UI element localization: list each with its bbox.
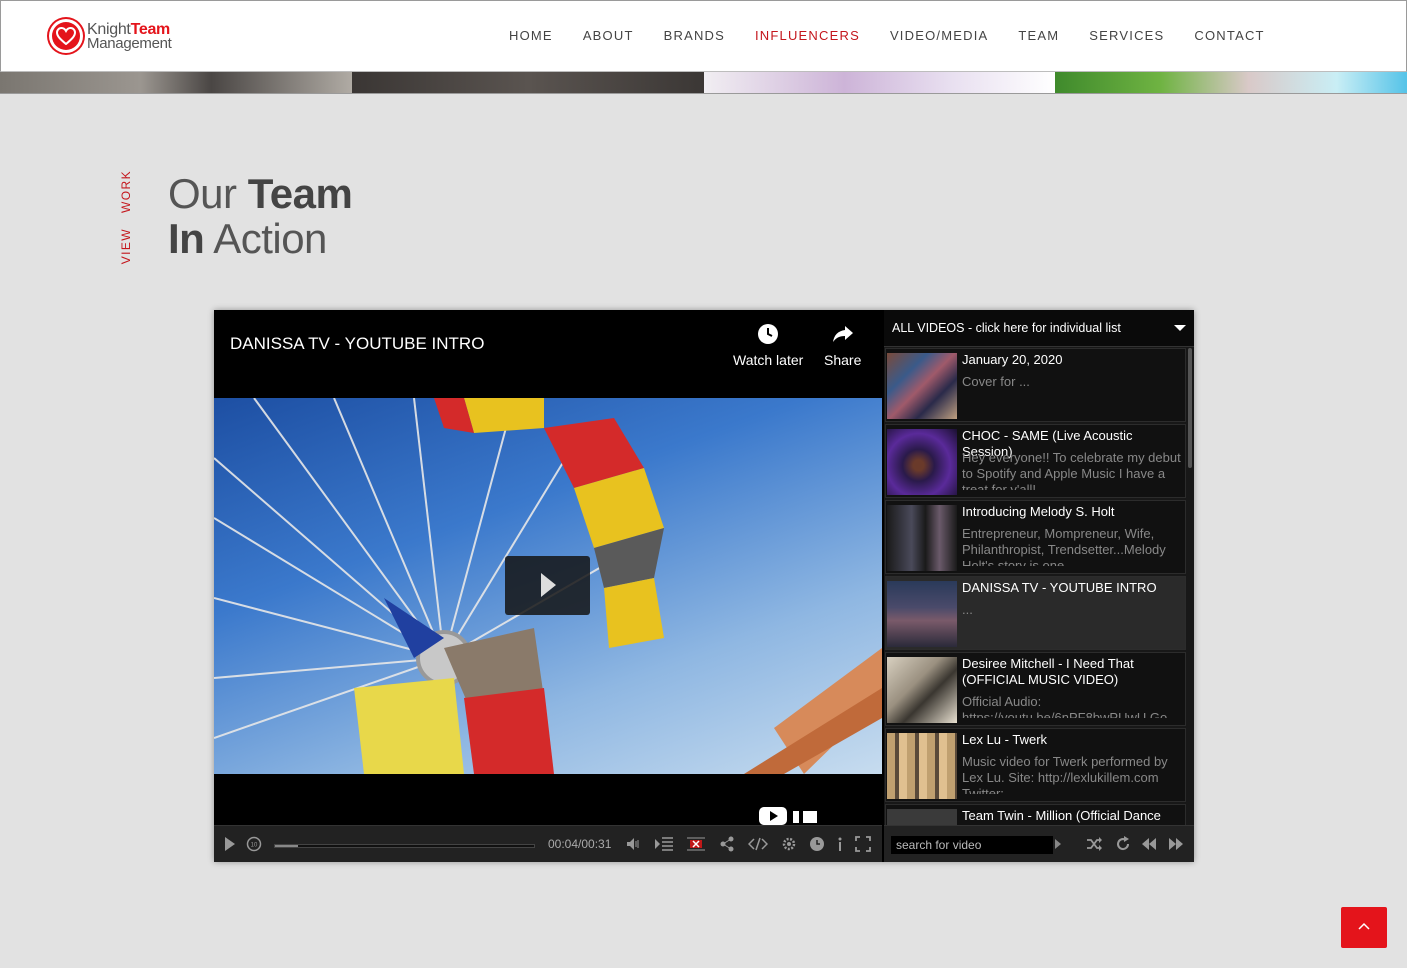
playlist-toggle-icon[interactable]: [654, 836, 674, 852]
site-header: KnightTeam Management HOME ABOUT BRANDS …: [0, 0, 1407, 72]
video-title[interactable]: DANISSA TV - YOUTUBE INTRO: [230, 334, 484, 354]
title-word-bold: In: [168, 215, 205, 262]
playlist-item-active[interactable]: DANISSA TV - YOUTUBE INTRO ...: [885, 576, 1186, 650]
youtube-logo-icon[interactable]: [759, 807, 849, 825]
playlist-item[interactable]: Team Twin - Million (Official Dance: [885, 804, 1186, 825]
playlist-item-description: Official Audio: https://youtu.be/6nPF8bw…: [962, 694, 1168, 718]
playlist-scrollbar[interactable]: [1188, 348, 1192, 468]
rewind-10-icon[interactable]: 10: [246, 836, 262, 852]
video-thumbnail: [887, 581, 957, 647]
side-label-view: VIEW: [119, 228, 133, 265]
playlist-item-title: DANISSA TV - YOUTUBE INTRO: [962, 580, 1157, 595]
svg-text:10: 10: [251, 843, 258, 849]
watch-later-button[interactable]: Watch later: [733, 322, 803, 368]
playlist-selector-label: ALL VIDEOS - click here for individual l…: [892, 321, 1121, 335]
player-control-bar: 10 00:04/00:31: [214, 825, 882, 862]
banner-image: [0, 72, 352, 93]
video-thumbnail: [887, 505, 957, 571]
banner-image: [352, 72, 704, 93]
autoplay-off-icon[interactable]: [686, 836, 706, 852]
nav-services[interactable]: SERVICES: [1089, 28, 1164, 44]
nav-about[interactable]: ABOUT: [583, 28, 634, 44]
playlist-item-title: January 20, 2020: [962, 352, 1063, 367]
nav-video-media[interactable]: VIDEO/MEDIA: [890, 28, 988, 44]
search-go-icon[interactable]: [1054, 836, 1062, 852]
playlist-item[interactable]: CHOC - SAME (Live Acoustic Session) Hey …: [885, 424, 1186, 498]
repeat-icon[interactable]: [1115, 836, 1131, 852]
playlist-item-description: Music video for Twerk performed by Lex L…: [962, 754, 1168, 794]
playlist-item[interactable]: Desiree Mitchell - I Need That (OFFICIAL…: [885, 652, 1186, 726]
playlist-item-description: Hey everyone!! To celebrate my debut to …: [962, 450, 1181, 490]
playlist-item[interactable]: Lex Lu - Twerk Music video for Twerk per…: [885, 728, 1186, 802]
brand-subname: Management: [87, 35, 172, 52]
banner-image: [1055, 72, 1407, 93]
playlist-item[interactable]: January 20, 2020 Cover for ...: [885, 348, 1186, 422]
play-icon[interactable]: [222, 836, 238, 852]
nav-influencers[interactable]: INFLUENCERS: [755, 28, 860, 44]
video-thumbnail: [887, 353, 957, 419]
playlist-item-title: Introducing Melody S. Holt: [962, 504, 1115, 519]
clock-icon[interactable]: [809, 836, 825, 852]
video-embed[interactable]: DANISSA TV - YOUTUBE INTRO Watch later S…: [214, 310, 882, 825]
video-thumbnail: [887, 809, 957, 825]
nav-team[interactable]: TEAM: [1018, 28, 1059, 44]
side-label-work: WORK: [119, 170, 133, 213]
playlist-item-title: Desiree Mitchell - I Need That (OFFICIAL…: [962, 656, 1134, 687]
next-icon[interactable]: [1168, 836, 1184, 852]
clock-icon: [758, 324, 779, 344]
heart-logo-icon: [49, 19, 83, 53]
title-word-bold: Team: [247, 170, 353, 217]
shuffle-icon[interactable]: [1086, 836, 1102, 852]
volume-icon[interactable]: [625, 836, 641, 852]
playlist-item[interactable]: Introducing Melody S. Holt Entrepreneur,…: [885, 500, 1186, 574]
seek-bar[interactable]: [274, 844, 535, 848]
settings-gear-icon[interactable]: [781, 836, 797, 852]
previous-icon[interactable]: [1141, 836, 1157, 852]
view-work-label: WORK VIEW: [119, 170, 135, 264]
video-gallery-player: DANISSA TV - YOUTUBE INTRO Watch later S…: [214, 310, 1194, 862]
info-icon[interactable]: [836, 836, 844, 852]
share-nodes-icon[interactable]: [719, 836, 735, 852]
playlist-item-title: Lex Lu - Twerk: [962, 732, 1048, 747]
playlist-item-description: ...: [962, 602, 973, 617]
share-arrow-icon: [832, 326, 853, 342]
hero-image-strip: [0, 72, 1407, 94]
embed-code-icon[interactable]: [748, 836, 768, 852]
nav-brands[interactable]: BRANDS: [664, 28, 725, 44]
playlist-selector[interactable]: ALL VIDEOS - click here for individual l…: [884, 310, 1194, 347]
video-thumbnail: [887, 733, 957, 799]
video-playlist: ALL VIDEOS - click here for individual l…: [884, 310, 1194, 862]
nav-home[interactable]: HOME: [509, 28, 553, 44]
playlist-control-bar: [884, 825, 1194, 862]
time-readout: 00:04/00:31: [548, 837, 612, 851]
seek-bar-fill: [275, 845, 299, 847]
play-overlay-button[interactable]: [505, 556, 590, 615]
brand-logo[interactable]: KnightTeam Management: [49, 19, 189, 57]
playlist-item-description: Entrepreneur, Mompreneur, Wife, Philanth…: [962, 526, 1166, 566]
title-word: Our: [168, 170, 237, 217]
video-thumbnail: [887, 429, 957, 495]
playlist-item-title: Team Twin - Million (Official Dance: [962, 808, 1161, 823]
banner-image: [704, 72, 1055, 93]
video-thumbnail: [887, 657, 957, 723]
share-button[interactable]: Share: [824, 322, 861, 368]
share-label: Share: [824, 352, 862, 368]
fullscreen-icon[interactable]: [855, 836, 871, 852]
watch-later-label: Watch later: [733, 352, 804, 368]
caret-down-icon: [1174, 325, 1186, 331]
back-to-top-button[interactable]: [1341, 907, 1387, 948]
video-thumbnail-frame[interactable]: [214, 398, 882, 774]
chevron-up-icon: [1358, 922, 1370, 930]
playlist-items: January 20, 2020 Cover for ... CHOC - SA…: [884, 348, 1188, 825]
main-nav: HOME ABOUT BRANDS INFLUENCERS VIDEO/MEDI…: [509, 28, 1295, 44]
nav-contact[interactable]: CONTACT: [1194, 28, 1264, 44]
playlist-item-description: Cover for ...: [962, 374, 1030, 389]
section-title: Our Team In Action: [168, 170, 353, 262]
title-word: Action: [213, 215, 327, 262]
playlist-search-input[interactable]: [891, 836, 1053, 854]
